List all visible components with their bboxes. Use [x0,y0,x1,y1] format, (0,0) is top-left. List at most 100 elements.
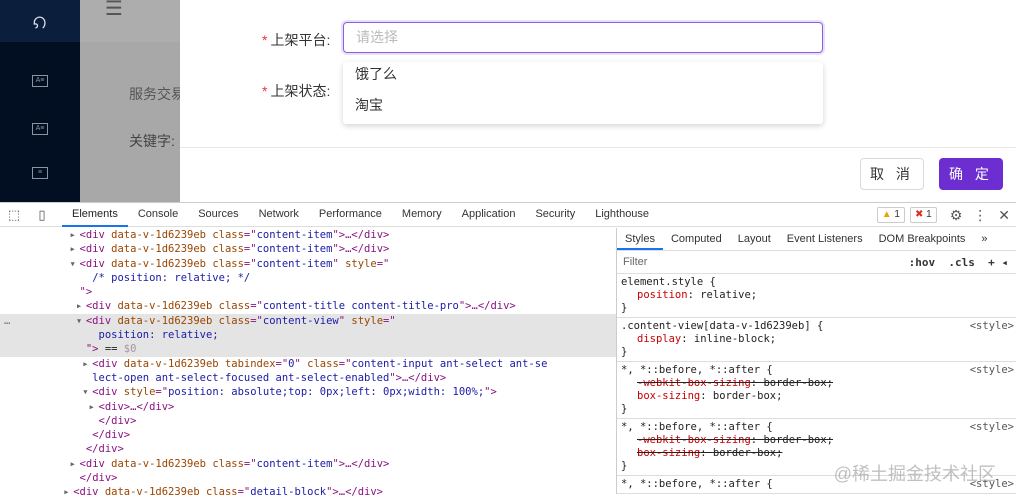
dom-node-line[interactable]: ▸ <div>…</div> [0,400,616,414]
css-property[interactable]: box-sizing: border-box; [621,390,1012,403]
close-brace: } [621,346,628,358]
dom-node-line[interactable]: lect-open ant-select-focused ant-select-… [0,371,616,385]
errors-badge[interactable]: ✖ 1 [909,207,937,223]
expand-arrow-icon[interactable]: ▸ [70,242,80,256]
tab-network[interactable]: Network [249,203,309,227]
contact-card-icon[interactable]: A≡ [32,75,48,87]
sidebar-toggle-icon[interactable]: ◂ [1001,256,1008,269]
tab-application[interactable]: Application [452,203,526,227]
confirm-button[interactable]: 确 定 [939,158,1003,190]
device-toggle-icon[interactable]: ▯ [28,207,56,223]
rule-selector[interactable]: element.style { [621,276,1012,289]
dom-node-line[interactable]: ▸ <div data-v-1d6239eb class="content-ite… [0,228,616,242]
code-token: data-v-1d6239eb [117,314,219,327]
rule-selector[interactable]: .content-view[data-v-1d6239eb] { [621,320,1012,333]
expand-arrow-icon[interactable]: ▸ [70,228,80,242]
expand-arrow-icon[interactable]: ▸ [70,457,80,471]
tab-memory[interactable]: Memory [392,203,452,227]
expand-arrow-icon[interactable]: ▸ [89,400,99,414]
code-token: content-item [256,257,333,270]
more-vertical-icon[interactable]: ⋮ [973,207,987,224]
code-token: data-v-1d6239eb [111,229,213,241]
dom-node-line[interactable]: ▾ <div data-v-1d6239eb class="content-ite… [0,257,616,271]
cls-toggle[interactable]: .cls [948,256,975,269]
styles-tab-2[interactable]: Layout [730,228,779,250]
inspect-icon[interactable]: ⬚ [0,207,28,223]
warnings-badge[interactable]: ▲ 1 [876,207,905,223]
dom-node-line[interactable]: /* position: relative; */ [0,271,616,285]
code-token: detail-block [250,486,327,499]
cancel-button[interactable]: 取 消 [860,158,924,190]
code-token: data-v-1d6239eb [111,257,213,270]
code-token: content-item [256,243,333,256]
css-property[interactable]: box-sizing: border-box; [621,447,1012,460]
tab-security[interactable]: Security [525,203,585,227]
code-token: /* position: relative; */ [92,271,251,284]
dom-node-line[interactable]: ▸ <div data-v-1d6239eb class="detail-bloc… [0,485,616,499]
expand-arrow-icon[interactable]: ▾ [70,257,80,271]
styles-tab-3[interactable]: Event Listeners [779,228,871,250]
dom-node-line[interactable]: </div> [0,414,616,428]
dom-node-line[interactable]: ▾ <div style="position: absolute;top: 0px… [0,385,616,399]
css-property[interactable]: -webkit-box-sizing: border-box; [621,434,1012,447]
dom-node-line[interactable]: ▸ <div data-v-1d6239eb tabindex="0" class… [0,357,616,371]
dom-node-line[interactable]: ▾ <div data-v-1d6239eb class="content-vie… [0,313,616,329]
expand-arrow-icon[interactable]: ▸ [82,357,92,371]
code-token: </div> [85,443,124,456]
dom-node-line[interactable]: "> == $0 [0,342,616,357]
styles-tab-5[interactable]: » [973,228,995,250]
close-icon[interactable]: ✕ [998,207,1010,224]
dom-node-line[interactable]: </div> [0,442,616,456]
property-value: border-box; [712,447,783,459]
dom-node-line[interactable]: ▸ <div data-v-1d6239eb class="content-tit… [0,299,616,313]
styles-tab-0[interactable]: Styles [617,228,663,250]
dom-node-line[interactable]: </div> [0,471,616,485]
property-name: display [637,333,682,345]
code-token: class [205,486,238,499]
expand-arrow-icon[interactable]: ▾ [76,314,86,328]
dom-node-line[interactable]: position: relative; [0,328,616,343]
css-property[interactable]: position: relative; [621,289,1012,302]
dom-node-line[interactable]: ▸ <div data-v-1d6239eb class="content-ite… [0,242,616,256]
styles-filter[interactable]: Filter :hov .cls + ◂ [617,251,1016,274]
option-eleme[interactable]: 饿了么 [343,62,823,93]
platform-select[interactable]: 请选择 [343,22,823,53]
rule-source-link[interactable]: <style> [970,421,1014,434]
rule-source-link[interactable]: <style> [970,364,1014,377]
more-icon[interactable]: … [4,314,10,328]
dom-node-line[interactable]: </div> [0,428,616,442]
rule-source-link[interactable]: <style> [970,320,1014,333]
elements-tree[interactable]: ▸ <div data-v-1d6239eb class="content-ite… [0,228,616,500]
code-token: class [212,243,244,256]
expand-arrow-icon[interactable]: ▾ [82,385,92,399]
styles-tab-4[interactable]: DOM Breakpoints [871,228,974,250]
code-token: </div> [92,429,131,442]
expand-arrow-icon[interactable]: ▸ [76,299,86,313]
tab-console[interactable]: Console [128,203,188,227]
rule-selector[interactable]: *, *::before, *::after { [621,421,1012,434]
styles-tab-1[interactable]: Computed [663,228,730,250]
code-token: $0 [123,343,137,356]
menu-fold-icon[interactable]: ☰ [105,0,123,19]
list-icon[interactable]: ≡ [32,167,48,179]
code-token: lect-open ant-select-focused ant-select-… [92,371,390,384]
status-label-text: 上架状态: [270,83,331,99]
css-property[interactable]: display: inline-block; [621,333,1012,346]
option-taobao[interactable]: 淘宝 [343,93,823,124]
rule-selector[interactable]: *, *::before, *::after { [621,364,1012,377]
expand-arrow-icon[interactable]: ▸ [63,485,73,499]
contact-card-icon[interactable]: A≡ [32,123,48,135]
dom-node-line[interactable]: "> [0,285,616,299]
dom-node-line[interactable]: ▸ <div data-v-1d6239eb class="content-ite… [0,457,616,471]
tab-elements[interactable]: Elements [62,203,128,227]
hov-toggle[interactable]: :hov [909,256,936,269]
gear-icon[interactable]: ⚙ [950,207,963,224]
code-token: =" [275,357,289,370]
code-token: data-v-1d6239eb [111,243,213,256]
css-property[interactable]: -webkit-box-sizing: border-box; [621,377,1012,390]
tab-lighthouse[interactable]: Lighthouse [585,203,659,227]
tab-sources[interactable]: Sources [188,203,248,227]
new-rule-button[interactable]: + [988,256,995,269]
code-token: =" [338,357,352,370]
tab-performance[interactable]: Performance [309,203,392,227]
